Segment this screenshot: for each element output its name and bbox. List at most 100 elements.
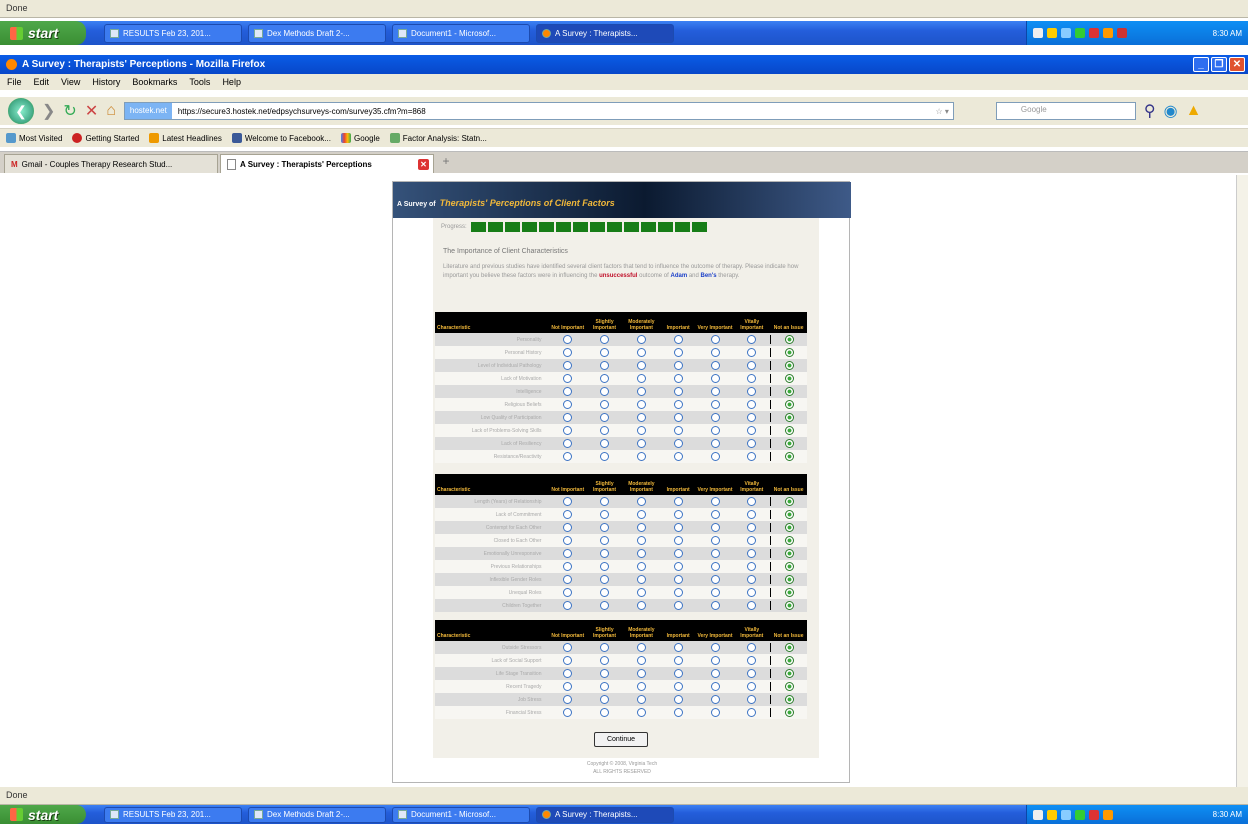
rating-radio[interactable] — [697, 452, 734, 461]
rating-radio[interactable] — [733, 708, 770, 717]
radio-circle[interactable] — [784, 510, 794, 519]
radio-circle[interactable] — [673, 682, 683, 691]
radio-circle[interactable] — [636, 575, 646, 584]
rating-radio[interactable] — [660, 643, 697, 652]
radio-circle[interactable] — [673, 348, 683, 357]
radio-not-an-issue[interactable] — [770, 510, 807, 519]
radio-circle[interactable] — [600, 374, 610, 383]
radio-circle[interactable] — [563, 361, 573, 370]
radio-circle[interactable] — [673, 575, 683, 584]
radio-circle[interactable] — [710, 562, 720, 571]
radio-circle[interactable] — [673, 536, 683, 545]
radio-circle[interactable] — [600, 510, 610, 519]
radio-not-an-issue[interactable] — [770, 708, 807, 717]
radio-circle[interactable] — [747, 536, 757, 545]
radio-circle[interactable] — [636, 426, 646, 435]
rating-radio[interactable] — [586, 374, 623, 383]
start-button[interactable]: start — [0, 805, 86, 824]
radio-not-an-issue[interactable] — [770, 387, 807, 396]
radio-circle[interactable] — [563, 656, 573, 665]
radio-circle[interactable] — [784, 439, 794, 448]
radio-not-an-issue[interactable] — [770, 601, 807, 610]
radio-circle[interactable] — [600, 400, 610, 409]
rating-radio[interactable] — [733, 335, 770, 344]
radio-circle[interactable] — [710, 510, 720, 519]
rating-radio[interactable] — [697, 549, 734, 558]
rating-radio[interactable] — [733, 536, 770, 545]
rating-radio[interactable] — [623, 497, 660, 506]
radio-circle[interactable] — [673, 601, 683, 610]
radio-circle[interactable] — [563, 510, 573, 519]
taskbar-button-document[interactable]: Document1 - Microsof... — [392, 23, 530, 43]
rating-radio[interactable] — [697, 439, 734, 448]
radio-circle[interactable] — [784, 575, 794, 584]
rating-radio[interactable] — [660, 562, 697, 571]
rating-radio[interactable] — [623, 575, 660, 584]
radio-circle[interactable] — [636, 656, 646, 665]
rating-radio[interactable] — [733, 387, 770, 396]
rating-radio[interactable] — [660, 536, 697, 545]
radio-circle[interactable] — [600, 523, 610, 532]
minimize-button[interactable]: _ — [1193, 57, 1209, 72]
radio-circle[interactable] — [710, 601, 720, 610]
bookmark-star-icon[interactable]: ☆ ▾ — [935, 107, 952, 116]
bookmark-google[interactable]: Google — [340, 133, 380, 143]
rating-radio[interactable] — [586, 682, 623, 691]
radio-circle[interactable] — [636, 361, 646, 370]
taskbar-button-draft[interactable]: Dex Methods Draft 2-... — [248, 806, 386, 823]
radio-circle[interactable] — [563, 708, 573, 717]
radio-circle[interactable] — [673, 510, 683, 519]
rating-radio[interactable] — [549, 510, 586, 519]
radio-circle[interactable] — [710, 695, 720, 704]
radio-circle[interactable] — [784, 695, 794, 704]
taskbar-button-results[interactable]: RESULTS Feb 23, 201... — [104, 806, 242, 823]
radio-circle[interactable] — [600, 413, 610, 422]
rating-radio[interactable] — [549, 562, 586, 571]
radio-circle[interactable] — [784, 588, 794, 597]
taskbar-button-document[interactable]: Document1 - Microsof... — [392, 806, 530, 823]
rating-radio[interactable] — [549, 601, 586, 610]
taskbar-button-draft[interactable]: Dex Methods Draft 2-... — [248, 23, 386, 43]
radio-not-an-issue[interactable] — [770, 335, 807, 344]
radio-circle[interactable] — [673, 400, 683, 409]
search-input[interactable]: Google — [995, 102, 1136, 120]
back-button[interactable]: ❮ — [8, 98, 34, 124]
radio-not-an-issue[interactable] — [770, 400, 807, 409]
radio-circle[interactable] — [710, 682, 720, 691]
rating-radio[interactable] — [697, 497, 734, 506]
rating-radio[interactable] — [733, 669, 770, 678]
radio-circle[interactable] — [600, 452, 610, 461]
rating-radio[interactable] — [660, 656, 697, 665]
rating-radio[interactable] — [586, 562, 623, 571]
radio-circle[interactable] — [710, 387, 720, 396]
rating-radio[interactable] — [697, 426, 734, 435]
rating-radio[interactable] — [697, 348, 734, 357]
rating-radio[interactable] — [623, 682, 660, 691]
rating-radio[interactable] — [697, 523, 734, 532]
radio-circle[interactable] — [563, 549, 573, 558]
rating-radio[interactable] — [697, 400, 734, 409]
rating-radio[interactable] — [586, 708, 623, 717]
rating-radio[interactable] — [586, 387, 623, 396]
rating-radio[interactable] — [586, 656, 623, 665]
radio-circle[interactable] — [673, 643, 683, 652]
taskbar-button-survey[interactable]: A Survey : Therapists... — [536, 23, 674, 43]
radio-not-an-issue[interactable] — [770, 439, 807, 448]
rating-radio[interactable] — [586, 413, 623, 422]
radio-circle[interactable] — [600, 335, 610, 344]
rating-radio[interactable] — [586, 575, 623, 584]
rating-radio[interactable] — [623, 413, 660, 422]
tray-icon[interactable] — [1033, 809, 1043, 820]
radio-circle[interactable] — [636, 682, 646, 691]
rating-radio[interactable] — [623, 708, 660, 717]
radio-circle[interactable] — [710, 497, 720, 506]
forward-button[interactable]: ❯ — [42, 101, 55, 121]
rating-radio[interactable] — [549, 523, 586, 532]
radio-circle[interactable] — [563, 497, 573, 506]
rating-radio[interactable] — [660, 510, 697, 519]
radio-circle[interactable] — [710, 575, 720, 584]
rating-radio[interactable] — [623, 348, 660, 357]
radio-circle[interactable] — [563, 413, 573, 422]
radio-circle[interactable] — [710, 669, 720, 678]
taskbar-button-survey[interactable]: A Survey : Therapists... — [536, 806, 674, 823]
